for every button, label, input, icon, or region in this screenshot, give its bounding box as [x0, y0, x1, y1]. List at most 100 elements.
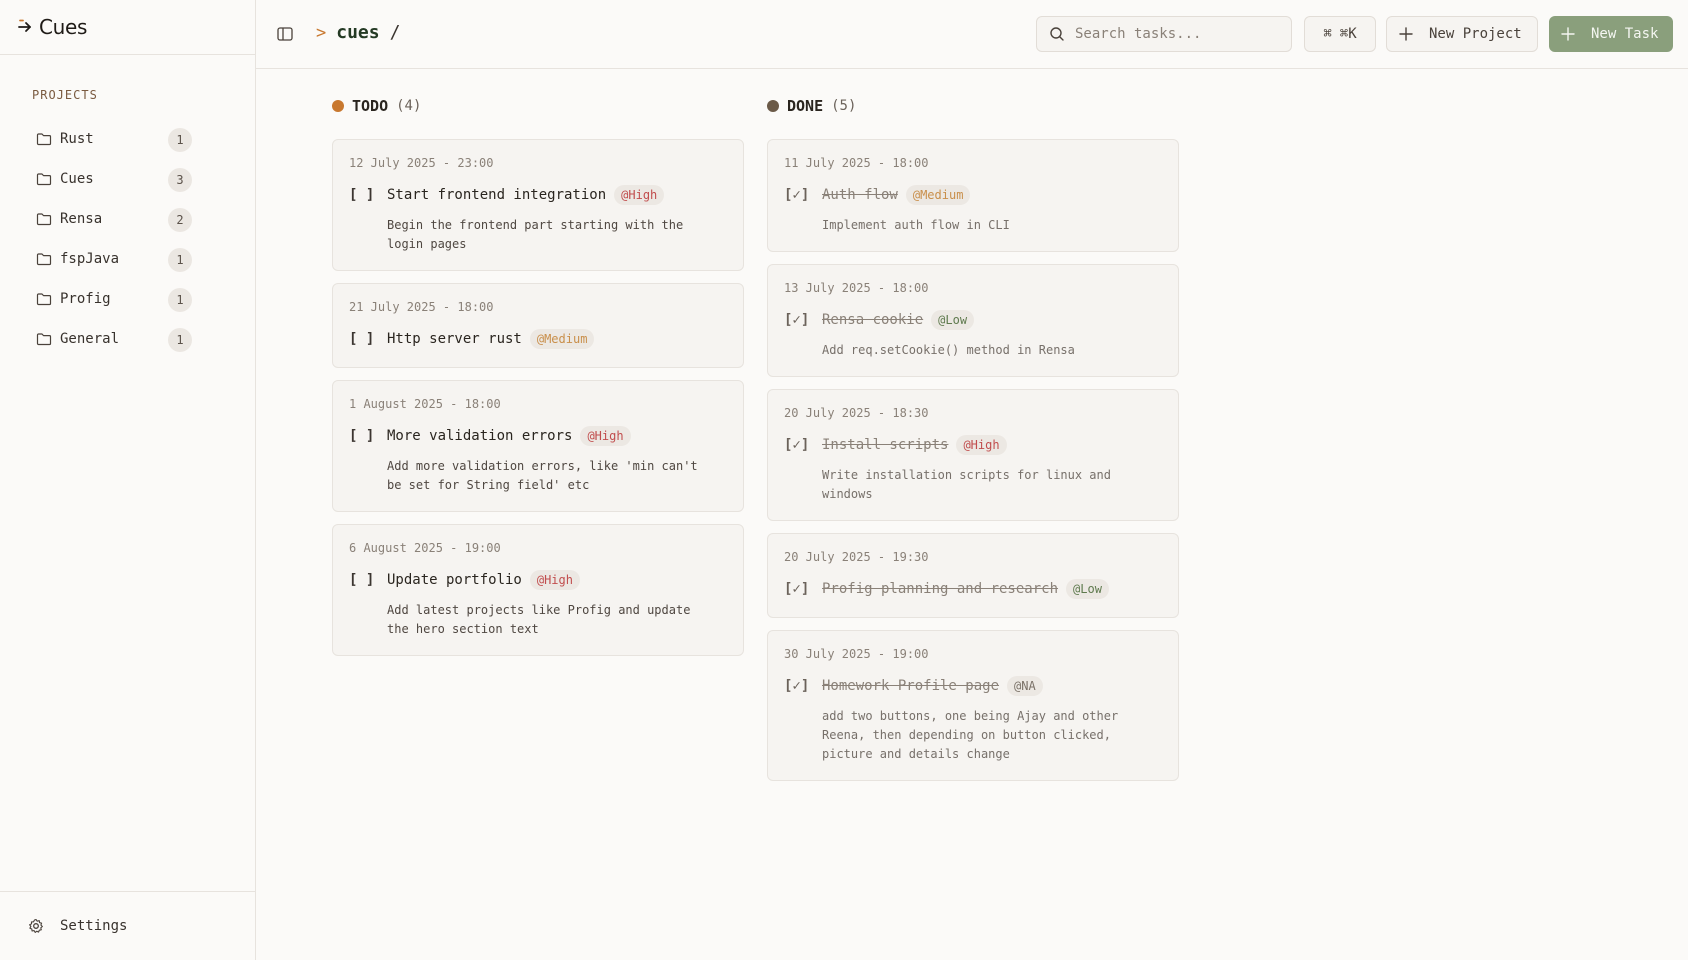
folder-icon — [36, 253, 52, 266]
project-name: fspJava — [60, 251, 120, 267]
priority-badge: @High — [956, 435, 1007, 455]
sidebar-project-item[interactable]: fspJava 1 — [28, 239, 198, 279]
command-icon: ⌘ — [1323, 26, 1332, 42]
priority-badge: @Medium — [529, 329, 595, 349]
folder-icon — [36, 293, 52, 306]
priority-badge: @High — [614, 185, 665, 205]
task-due-date: 12 July 2025 - 23:00 — [349, 156, 494, 170]
folder-icon — [36, 133, 52, 146]
task-checkbox[interactable]: [ ] — [349, 428, 387, 444]
done-status-dot — [767, 100, 779, 112]
gear-icon — [29, 918, 43, 933]
task-checkbox[interactable]: [✓] — [784, 437, 822, 453]
search-input[interactable] — [1075, 26, 1275, 42]
priority-badge: @NA — [1007, 676, 1043, 696]
task-title: Install scripts — [822, 437, 949, 453]
sidebar-project-item[interactable]: Rust 1 — [28, 119, 198, 159]
search-icon — [1050, 27, 1064, 41]
new-project-button[interactable]: New Project — [1386, 16, 1538, 52]
project-task-count: 1 — [168, 128, 192, 152]
task-description: Add more validation errors, like 'min ca… — [387, 459, 698, 492]
todo-column-count: (4) — [396, 98, 422, 114]
task-title: Auth flow — [822, 187, 898, 203]
task-card[interactable]: 6 August 2025 - 19:00 [ ] Update portfolio… — [332, 524, 744, 656]
task-title: Rensa cookie — [822, 312, 924, 328]
task-card[interactable]: 13 July 2025 - 18:00 [✓] Rensa cookie @Low A… — [767, 264, 1179, 377]
task-due-date: 6 August 2025 - 19:00 — [349, 541, 501, 555]
new-task-label: New Task — [1591, 26, 1659, 42]
task-card[interactable]: 1 August 2025 - 18:00 [ ] More validation … — [332, 380, 744, 512]
breadcrumb-project[interactable]: cues — [336, 22, 379, 43]
top-bar: > cues / ⌘ ⌘K New Project New Task — [256, 0, 1688, 69]
task-checkbox[interactable]: [✓] — [784, 312, 822, 328]
shortcut-label: ⌘K — [1339, 26, 1357, 42]
sidebar: Cues PROJECTS Rust 1 Cues 3 Rensa 2 fspJava 1 Pr… — [0, 0, 256, 960]
task-title-row: [ ] Start frontend integration @High — [349, 183, 727, 207]
task-due-date: 11 July 2025 - 18:00 — [784, 156, 929, 170]
task-checkbox[interactable]: [ ] — [349, 331, 387, 347]
plus-icon — [1561, 27, 1575, 41]
priority-badge: @High — [580, 426, 631, 446]
folder-icon — [36, 213, 52, 226]
task-title: More validation errors — [387, 428, 573, 444]
task-card[interactable]: 20 July 2025 - 18:30 [✓] Install scripts @H… — [767, 389, 1179, 521]
task-description: Write installation scripts for linux and… — [822, 468, 1111, 501]
sidebar-project-item[interactable]: General 1 — [28, 319, 198, 359]
project-task-count: 1 — [168, 248, 192, 272]
task-title: Homework Profile page — [822, 678, 1000, 694]
task-card[interactable]: 21 July 2025 - 18:00 [ ] Http server rust @… — [332, 283, 744, 368]
task-due-date: 1 August 2025 - 18:00 — [349, 397, 501, 411]
done-card-list: 11 July 2025 - 18:00 [✓] Auth flow @Medium I… — [767, 139, 1179, 781]
task-description: Begin the frontend part starting with th… — [387, 218, 684, 251]
task-checkbox[interactable]: [✓] — [784, 678, 822, 694]
settings-link[interactable]: Settings — [0, 891, 255, 960]
priority-badge: @Low — [931, 310, 975, 330]
breadcrumb: > cues / — [316, 22, 400, 43]
task-description: Implement auth flow in CLI — [822, 218, 1010, 232]
new-project-label: New Project — [1429, 26, 1522, 42]
task-checkbox[interactable]: [ ] — [349, 187, 387, 203]
project-name: Rust — [60, 131, 94, 147]
sidebar-project-item[interactable]: Cues 3 — [28, 159, 198, 199]
settings-label: Settings — [60, 918, 128, 934]
todo-column-title: TODO — [352, 97, 389, 115]
new-task-button[interactable]: New Task — [1549, 16, 1673, 52]
task-card[interactable]: 12 July 2025 - 23:00 [ ] Start frontend in… — [332, 139, 744, 271]
todo-card-list: 12 July 2025 - 23:00[ ] Start frontend in… — [332, 139, 744, 656]
brand[interactable]: Cues — [0, 0, 255, 55]
project-name: Profig — [60, 291, 111, 307]
task-card[interactable]: 11 July 2025 - 18:00 [✓] Auth flow @Medium I… — [767, 139, 1179, 252]
task-description: Add latest projects like Profig and upda… — [387, 603, 691, 636]
task-title-row: [ ] Update portfolio @High — [349, 568, 727, 592]
project-task-count: 1 — [168, 288, 192, 312]
sidebar-project-item[interactable]: Rensa 2 — [28, 199, 198, 239]
project-task-count: 3 — [168, 168, 192, 192]
task-title-row: [ ] More validation errors @High — [349, 424, 727, 448]
task-card[interactable]: 30 July 2025 - 19:00 [✓] Homework Profile … — [767, 630, 1179, 781]
task-due-date: 21 July 2025 - 18:00 — [349, 300, 494, 314]
project-task-count: 2 — [168, 208, 192, 232]
projects-section-title: PROJECTS — [32, 88, 98, 102]
task-card[interactable]: 20 July 2025 - 19:30 [✓] Profig planning a… — [767, 533, 1179, 618]
project-task-count: 1 — [168, 328, 192, 352]
task-checkbox[interactable]: [✓] — [784, 581, 822, 597]
app-name: Cues — [39, 15, 88, 39]
breadcrumb-chevron: > — [316, 22, 327, 43]
task-due-date: 30 July 2025 - 19:00 — [784, 647, 929, 661]
task-title-row: [✓] Profig planning and research @Low — [784, 577, 1162, 601]
task-due-date: 20 July 2025 - 18:30 — [784, 406, 929, 420]
task-checkbox[interactable]: [ ] — [349, 572, 387, 588]
sidebar-project-item[interactable]: Profig 1 — [28, 279, 198, 319]
done-column-count: (5) — [831, 98, 857, 114]
plus-icon — [1399, 27, 1413, 41]
task-description: Add req.setCookie() method in Rensa — [822, 343, 1075, 357]
todo-status-dot — [332, 100, 344, 112]
search-box[interactable] — [1036, 16, 1292, 52]
task-title-row: [✓] Rensa cookie @Low — [784, 308, 1162, 332]
task-checkbox[interactable]: [✓] — [784, 187, 822, 203]
task-title: Http server rust — [387, 331, 522, 347]
sidebar-toggle-icon[interactable] — [276, 25, 294, 43]
command-palette-button[interactable]: ⌘ ⌘K — [1304, 16, 1376, 52]
task-title: Start frontend integration — [387, 187, 607, 203]
priority-badge: @High — [529, 570, 580, 590]
